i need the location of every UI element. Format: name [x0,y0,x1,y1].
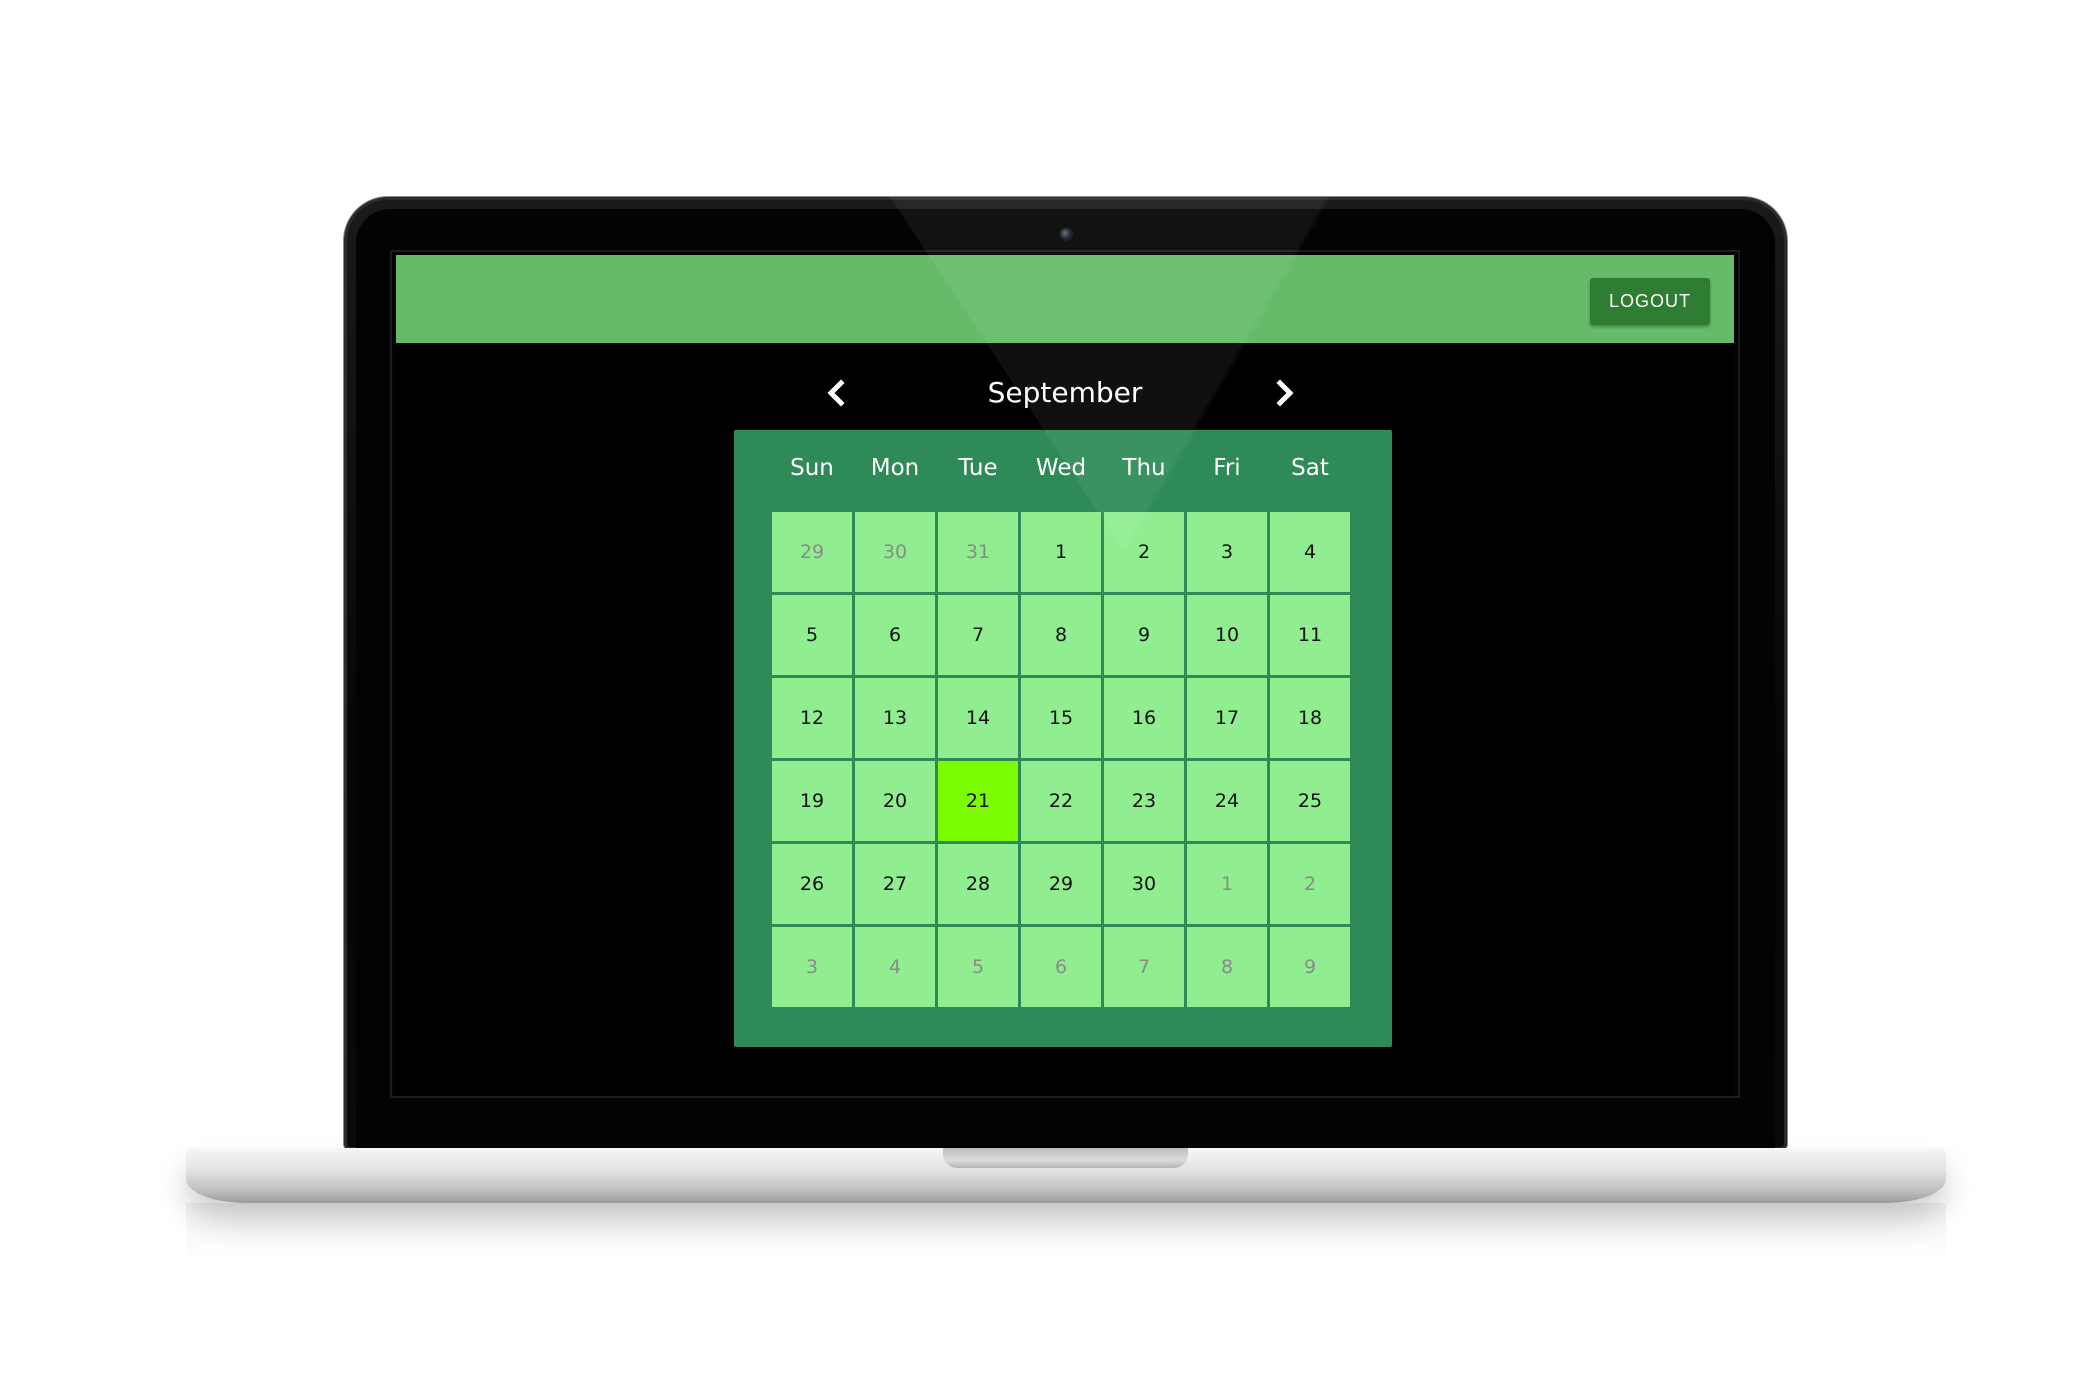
weekday-header: Sun Mon Tue Wed Thu Fri Sat [772,448,1352,488]
day-cell[interactable]: 19 [772,761,852,841]
day-cell[interactable]: 31 [938,512,1018,592]
day-cell[interactable]: 28 [938,844,1018,924]
day-cell[interactable]: 7 [1104,927,1184,1007]
chevron-right-icon[interactable] [1267,376,1301,410]
day-cell[interactable]: 2 [1104,512,1184,592]
day-cell[interactable]: 20 [855,761,935,841]
day-cell[interactable]: 5 [772,595,852,675]
weekday-label: Mon [870,455,920,481]
laptop-base-notch [943,1148,1188,1168]
weekday-label: Fri [1213,455,1241,481]
day-cell[interactable]: 1 [1021,512,1101,592]
day-cell[interactable]: 9 [1270,927,1350,1007]
day-cell[interactable]: 6 [855,595,935,675]
month-title: September [987,376,1143,409]
day-cell[interactable]: 17 [1187,678,1267,758]
day-cell[interactable]: 1 [1187,844,1267,924]
day-cell[interactable]: 23 [1104,761,1184,841]
day-cell[interactable]: 11 [1270,595,1350,675]
logout-button[interactable]: LOGOUT [1590,278,1710,325]
day-cell[interactable]: 30 [855,512,935,592]
day-cell[interactable]: 8 [1021,595,1101,675]
day-cell[interactable]: 13 [855,678,935,758]
day-cell[interactable]: 29 [1021,844,1101,924]
weekday-label: Sun [790,455,834,481]
day-cell[interactable]: 7 [938,595,1018,675]
day-cell[interactable]: 4 [855,927,935,1007]
weekday-label: Sat [1291,455,1329,481]
weekday-label: Wed [1035,455,1087,481]
day-cell[interactable]: 6 [1021,927,1101,1007]
day-cell[interactable]: 9 [1104,595,1184,675]
day-cell[interactable]: 16 [1104,678,1184,758]
day-cell-today[interactable]: 21 [938,761,1018,841]
camera-icon [1061,229,1071,239]
day-cell[interactable]: 5 [938,927,1018,1007]
day-cell[interactable]: 24 [1187,761,1267,841]
day-cell[interactable]: 26 [772,844,852,924]
top-app-bar: LOGOUT [396,255,1734,343]
day-cell[interactable]: 10 [1187,595,1267,675]
day-cell[interactable]: 8 [1187,927,1267,1007]
day-cell[interactable]: 15 [1021,678,1101,758]
laptop-base-reflection [186,1203,1946,1263]
day-grid: 29 30 31 1 2 3 4 5 6 7 8 9 10 11 12 13 14 15 16 17 18 19 20 21 2… [772,512,1352,1007]
calendar: Sun Mon Tue Wed Thu Fri Sat 29 30 31 1 2 3 4 5 6 7 8 9 10 1… [734,430,1392,1047]
day-cell[interactable]: 18 [1270,678,1350,758]
day-cell[interactable]: 14 [938,678,1018,758]
day-cell[interactable]: 25 [1270,761,1350,841]
app-screen: LOGOUT September Sun Mon Tue Wed Thu Fri Sat 2… [396,255,1734,1097]
day-cell[interactable]: 3 [1187,512,1267,592]
day-cell[interactable]: 29 [772,512,852,592]
day-cell[interactable]: 4 [1270,512,1350,592]
weekday-label: Tue [958,455,998,481]
day-cell[interactable]: 30 [1104,844,1184,924]
day-cell[interactable]: 22 [1021,761,1101,841]
day-cell[interactable]: 2 [1270,844,1350,924]
day-cell[interactable]: 3 [772,927,852,1007]
mockup-stage: LOGOUT September Sun Mon Tue Wed Thu Fri Sat 2… [0,0,2100,1400]
day-cell[interactable]: 12 [772,678,852,758]
month-navigation: September [396,368,1734,418]
weekday-label: Thu [1122,455,1166,481]
day-cell[interactable]: 27 [855,844,935,924]
